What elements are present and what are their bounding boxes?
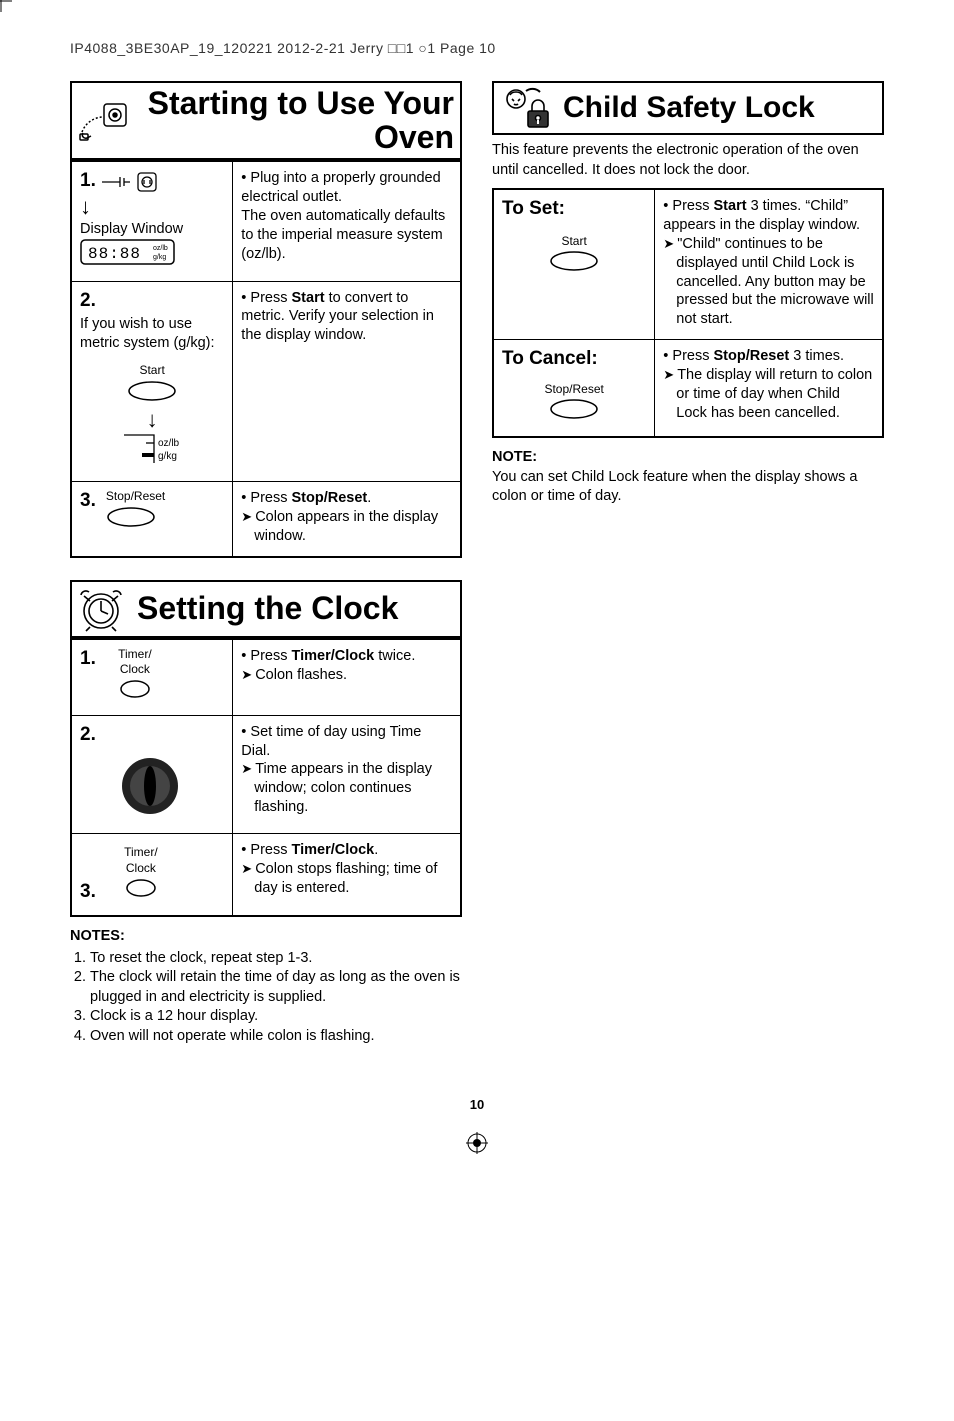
step-sub: Colon stops flashing; time of day is ent… — [254, 860, 452, 898]
step-sub: Colon appears in the display window. — [254, 508, 452, 546]
to-cancel-heading: To Cancel: — [502, 347, 646, 372]
start-button-icon — [127, 380, 177, 402]
starting-title: Starting to Use Your Oven — [141, 87, 454, 154]
notes-heading: NOTES: — [70, 928, 125, 944]
svg-text:oz/lb: oz/lb — [153, 245, 168, 252]
svg-text:oz/lb: oz/lb — [158, 438, 180, 449]
child-lock-icon — [500, 85, 555, 131]
step-desc: • Press Timer/Clock. — [241, 841, 452, 860]
registration-mark-icon — [466, 1132, 488, 1154]
step-desc: • Press Timer/Clock twice. — [241, 647, 452, 666]
crop-mark-icon — [0, 0, 12, 12]
note-item: To reset the clock, repeat step 1-3. — [90, 949, 462, 969]
step-sub: Time appears in the display window; colo… — [254, 760, 452, 817]
clock-title: Setting the Clock — [137, 592, 454, 626]
child-lock-title: Child Safety Lock — [563, 92, 876, 124]
step-sub: The display will return to colon or time… — [676, 366, 874, 423]
stop-reset-caption: Stop/Reset — [106, 489, 165, 505]
print-header: IP4088_3BE30AP_19_120221 2012-2-21 Jerry… — [70, 40, 884, 56]
seven-seg-display-icon: 88:88 oz/lb g/kg — [80, 239, 224, 271]
starting-table: 1. ↓ Display Window 88:88oz/lbg/kg • Plu… — [70, 160, 462, 558]
step-number: 3. — [80, 882, 96, 903]
child-lock-note: NOTE: You can set Child Lock feature whe… — [492, 448, 884, 507]
svg-text:g/kg: g/kg — [153, 254, 166, 261]
step-sub: "Child" continues to be displayed until … — [676, 235, 874, 329]
clock-table: 1. Timer/ Clock • Press Timer/Clock twic… — [70, 638, 462, 917]
clock-title-box: Setting the Clock — [70, 580, 462, 638]
step-number: 2. — [80, 724, 96, 745]
timer-clock-caption: Timer/ Clock — [118, 647, 152, 678]
step-desc: • Press Stop/Reset 3 times. — [663, 347, 874, 366]
svg-text:Time/: Time/ — [86, 777, 109, 787]
timer-clock-caption: Timer/ Clock — [124, 845, 158, 876]
display-window-label: Display Window — [80, 220, 224, 239]
note-heading: NOTE: — [492, 449, 537, 465]
step-number: 1. — [80, 648, 96, 669]
step-desc: • Set time of day using Time Dial. — [241, 723, 452, 761]
start-button-icon — [549, 250, 599, 272]
note-item: Clock is a 12 hour display. — [90, 1007, 462, 1027]
step-number: 1. — [80, 170, 96, 191]
step-number: 2. — [80, 290, 96, 311]
unit-toggle-icon: oz/lbg/kg — [122, 453, 182, 469]
clock-notes: NOTES: To reset the clock, repeat step 1… — [70, 927, 462, 1046]
svg-text:Weight: Weight — [86, 787, 114, 797]
step-number: 3. — [80, 490, 96, 511]
note-item: The clock will retain the time of day as… — [90, 968, 462, 1007]
note-item: Oven will not operate while colon is fla… — [90, 1027, 462, 1047]
child-lock-intro: This feature prevents the electronic ope… — [492, 141, 884, 180]
page-number: 10 — [70, 1097, 884, 1112]
timer-clock-button-icon — [118, 679, 152, 699]
to-set-heading: To Set: — [502, 197, 646, 222]
step-sub: Colon flashes. — [254, 666, 452, 685]
step-desc: • Press Start to convert to metric. Veri… — [241, 290, 434, 344]
arrow-down-icon: ↓ — [80, 409, 224, 431]
stop-reset-caption: Stop/Reset — [502, 382, 646, 398]
starting-title-box: Starting to Use Your Oven — [70, 81, 462, 160]
svg-text:Menu: Menu — [184, 787, 207, 797]
svg-text:Sensor: Sensor — [180, 777, 209, 787]
oven-plug-icon — [78, 98, 133, 144]
stop-reset-button-icon — [106, 506, 156, 528]
step-desc: • Plug into a properly grounded electric… — [233, 161, 461, 281]
step-desc: • Press Stop/Reset. — [241, 489, 452, 508]
child-lock-title-box: Child Safety Lock — [492, 81, 884, 135]
svg-text:88:88: 88:88 — [88, 245, 141, 263]
start-button-caption: Start — [502, 234, 646, 250]
stop-reset-button-icon — [549, 398, 599, 420]
step-left-label: If you wish to use metric system (g/kg): — [80, 315, 224, 353]
step-desc: • Press Start 3 times. “Child” appears i… — [663, 197, 874, 235]
timer-clock-button-icon — [124, 878, 158, 898]
plug-outlet-icon — [100, 174, 160, 190]
note-text: You can set Child Lock feature when the … — [492, 469, 857, 505]
alarm-clock-icon — [74, 586, 129, 632]
arrow-down-icon: ↓ — [80, 196, 224, 218]
start-button-caption: Start — [80, 363, 224, 379]
time-dial-icon: Time/Weight SensorMenu — [80, 755, 224, 823]
child-lock-table: To Set: Start • Press Start 3 times. “Ch… — [492, 188, 884, 438]
svg-text:g/kg: g/kg — [158, 451, 177, 462]
